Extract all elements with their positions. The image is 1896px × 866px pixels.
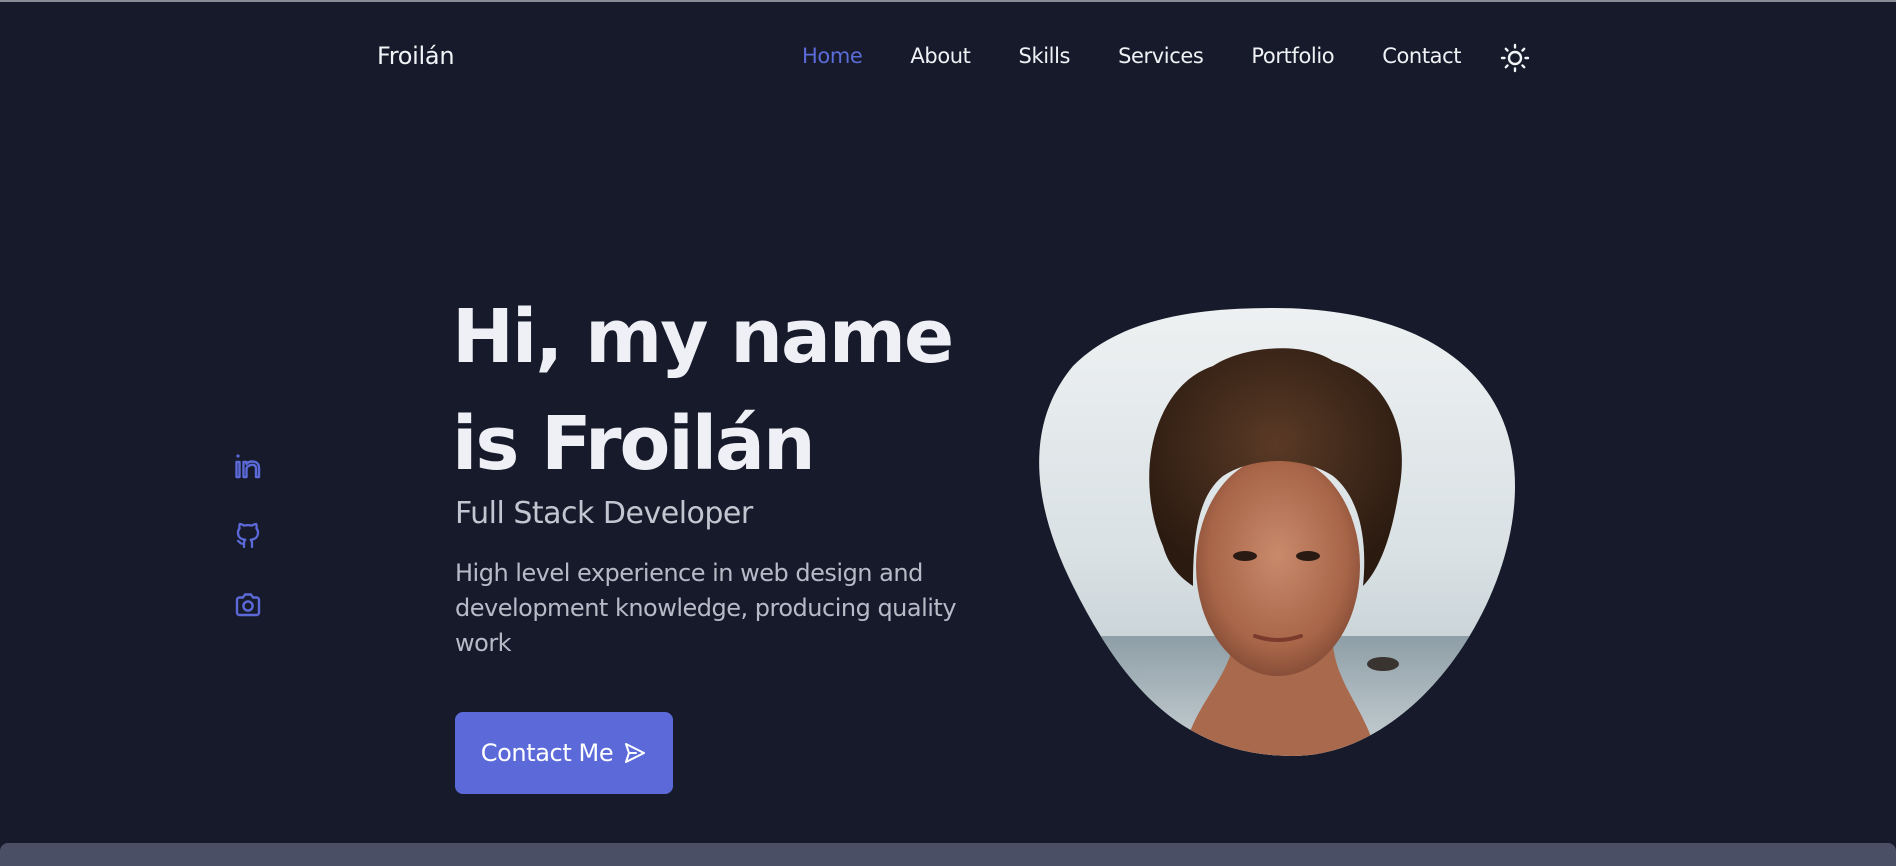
hero-description: High level experience in web design and … bbox=[455, 559, 957, 657]
site-header: Froilán Home About Skills Services Portf… bbox=[0, 2, 1896, 112]
nav-home[interactable]: Home bbox=[802, 44, 863, 68]
send-icon bbox=[625, 743, 646, 763]
nav-contact[interactable]: Contact bbox=[1382, 44, 1461, 68]
sun-icon bbox=[1500, 43, 1530, 73]
hero-title-line1: Hi, my name bbox=[452, 294, 954, 380]
github-icon bbox=[236, 522, 260, 549]
hero-subtitle: Full Stack Developer bbox=[455, 496, 753, 531]
main-nav: Home About Skills Services Portfolio Con… bbox=[802, 44, 1509, 68]
nav-about[interactable]: About bbox=[910, 44, 970, 68]
camera-icon bbox=[235, 593, 261, 617]
contact-me-button[interactable]: Contact Me bbox=[455, 712, 673, 794]
hero-title-line2: is Froilán bbox=[452, 401, 816, 487]
linkedin-icon bbox=[235, 454, 261, 479]
nav-skills[interactable]: Skills bbox=[1019, 44, 1071, 68]
profile-photo bbox=[1039, 308, 1515, 756]
github-link[interactable] bbox=[232, 519, 264, 551]
nav-services[interactable]: Services bbox=[1118, 44, 1204, 68]
hero-title: Hi, my name is Froilán bbox=[452, 284, 992, 498]
instagram-link[interactable] bbox=[232, 589, 264, 621]
nav-portfolio[interactable]: Portfolio bbox=[1251, 44, 1334, 68]
linkedin-link[interactable] bbox=[232, 451, 264, 483]
horizontal-scrollbar[interactable] bbox=[0, 843, 1896, 866]
site-logo[interactable]: Froilán bbox=[377, 42, 455, 70]
contact-me-label: Contact Me bbox=[480, 739, 614, 767]
theme-toggle-button[interactable] bbox=[1500, 43, 1530, 73]
